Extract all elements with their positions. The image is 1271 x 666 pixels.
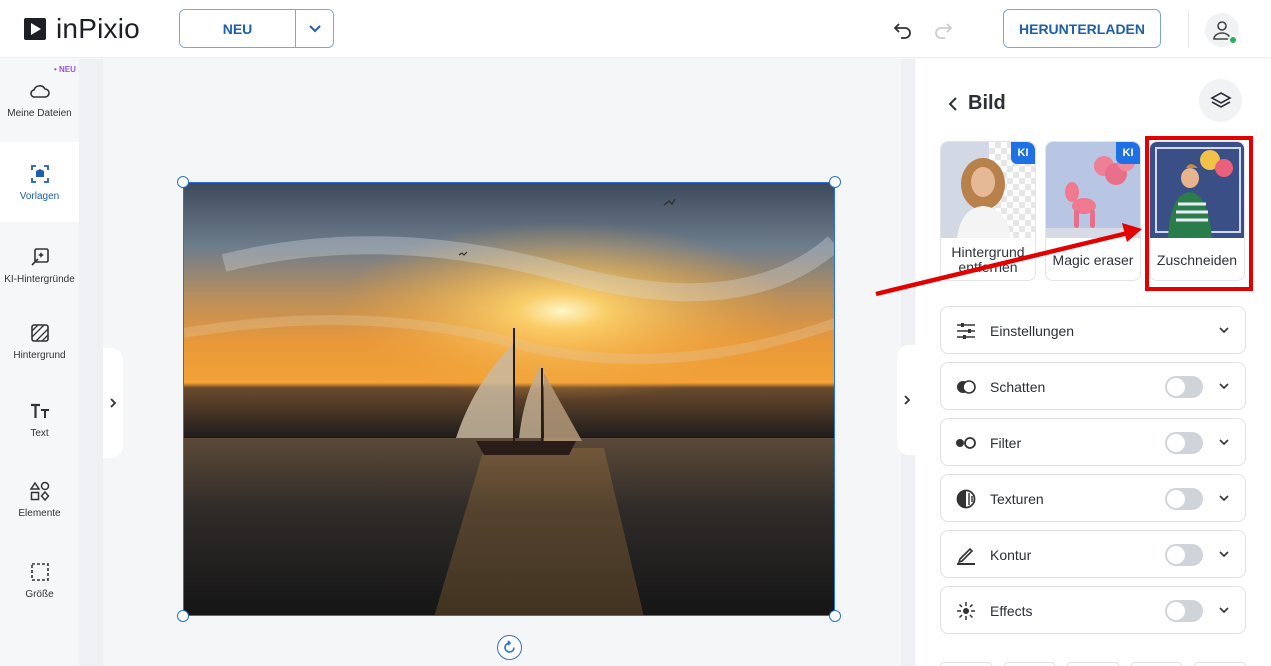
- annotation-highlight-box: [1145, 136, 1253, 291]
- sidebar-item-text[interactable]: Text: [0, 379, 79, 459]
- template-icon: [30, 164, 49, 183]
- filter-toggle[interactable]: [1165, 432, 1203, 454]
- new-badge: • NEU: [54, 65, 76, 74]
- ki-badge: KI: [1116, 142, 1140, 164]
- textures-toggle[interactable]: [1165, 488, 1203, 510]
- sliders-icon: [957, 323, 975, 339]
- bottom-button[interactable]: [940, 662, 992, 666]
- new-button[interactable]: NEU: [180, 10, 295, 47]
- panel-title: Bild: [968, 92, 1006, 114]
- outline-toggle[interactable]: [1165, 544, 1203, 566]
- section-label: Schatten: [990, 379, 1046, 395]
- user-avatar[interactable]: [1205, 13, 1239, 47]
- bottom-button[interactable]: [1130, 662, 1183, 666]
- chevron-down-icon: [1219, 495, 1229, 502]
- section-label: Effects: [990, 603, 1033, 619]
- bottom-button[interactable]: [1003, 662, 1056, 666]
- settings-section[interactable]: Einstellungen: [940, 306, 1246, 354]
- rotate-icon: [504, 640, 515, 653]
- chevron-down-icon: [1219, 607, 1229, 614]
- chevron-down-icon: [1219, 327, 1229, 334]
- filter-section[interactable]: Filter: [940, 418, 1246, 466]
- bottom-button-row: [940, 662, 1246, 666]
- effects-toggle[interactable]: [1165, 600, 1203, 622]
- sidebar-item-ai-backgrounds[interactable]: KI-Hintergründe: [0, 225, 79, 305]
- logo-icon: [24, 18, 46, 40]
- textures-section[interactable]: Texturen: [940, 474, 1246, 522]
- sidebar-item-label: Vorlagen: [19, 190, 60, 202]
- sparkle-icon: [957, 602, 975, 620]
- layers-button[interactable]: [1199, 79, 1242, 122]
- canvas-image[interactable]: [183, 182, 835, 616]
- sidebar-item-label: Meine Dateien: [7, 107, 72, 119]
- card-label: Hintergrund entfernen: [951, 244, 1025, 275]
- rotate-handle[interactable]: [497, 635, 522, 660]
- chevron-down-icon: [308, 24, 321, 32]
- sidebar-item-label: Hintergrund: [13, 349, 66, 361]
- sidebar-item-elements[interactable]: Elemente: [0, 459, 79, 539]
- cloud-icon: [29, 84, 50, 98]
- chevron-down-icon: [1219, 383, 1229, 390]
- text-icon: [30, 403, 49, 418]
- filter-icon: [956, 437, 976, 449]
- collapse-right-panel-button[interactable]: [897, 345, 917, 455]
- remove-background-card[interactable]: KI Hintergrund entfernen: [940, 141, 1036, 281]
- layers-icon: [1209, 91, 1232, 108]
- card-image: KI: [941, 142, 1035, 238]
- elements-icon: [29, 481, 49, 501]
- section-label: Kontur: [990, 547, 1032, 563]
- outline-section[interactable]: Kontur: [940, 530, 1246, 578]
- bottom-button[interactable]: [1067, 662, 1119, 666]
- left-sidebar: Meine Dateien • NEU Vorlagen KI-Hintergr…: [0, 59, 79, 666]
- redo-icon[interactable]: [932, 18, 954, 40]
- ai-background-icon: [30, 247, 49, 266]
- card-image: KI: [1046, 142, 1140, 238]
- back-button[interactable]: Bild: [946, 92, 1006, 115]
- sidebar-item-templates[interactable]: Vorlagen: [0, 142, 79, 222]
- resize-handle-top-left[interactable]: [177, 176, 189, 188]
- top-bar: inPixio NEU HERUNTERLADEN: [0, 0, 1271, 58]
- resize-handle-bottom-right[interactable]: [829, 610, 841, 622]
- shadow-toggle[interactable]: [1165, 376, 1203, 398]
- sidebar-item-size[interactable]: Größe: [0, 540, 79, 620]
- chevron-right-icon: [904, 395, 911, 405]
- sunset-sailboat-image: [184, 183, 834, 615]
- effects-section[interactable]: Effects: [940, 586, 1246, 634]
- section-label: Texturen: [990, 491, 1044, 507]
- new-button-group: NEU: [179, 9, 334, 48]
- section-label: Einstellungen: [990, 323, 1075, 339]
- divider: [1188, 10, 1189, 48]
- chevron-down-icon: [1219, 439, 1229, 446]
- bottom-button[interactable]: [1194, 662, 1246, 666]
- download-button[interactable]: HERUNTERLADEN: [1003, 9, 1161, 48]
- right-panel: Bild KI Hintergrund entfernen KI Magic e…: [916, 59, 1271, 666]
- card-label: Magic eraser: [1052, 251, 1134, 268]
- shadow-icon: [957, 380, 976, 394]
- online-status-dot: [1228, 35, 1238, 45]
- resize-handle-top-right[interactable]: [829, 176, 841, 188]
- resize-handle-bottom-left[interactable]: [177, 610, 189, 622]
- brand-name: inPixio: [56, 13, 140, 44]
- chevron-left-icon: [948, 96, 957, 111]
- pen-icon: [957, 547, 975, 565]
- resize-icon: [30, 562, 49, 581]
- sidebar-item-background[interactable]: Hintergrund: [0, 301, 79, 381]
- logo[interactable]: inPixio: [22, 13, 140, 45]
- undo-icon[interactable]: [892, 18, 914, 40]
- sidebar-item-label: Text: [30, 427, 49, 439]
- expand-left-panel-button[interactable]: [103, 348, 123, 458]
- chevron-down-icon: [1219, 551, 1229, 558]
- magic-eraser-card[interactable]: KI Magic eraser: [1045, 141, 1141, 281]
- sidebar-item-label: Größe: [25, 588, 54, 600]
- sidebar-item-label: KI-Hintergründe: [4, 273, 75, 285]
- ki-badge: KI: [1011, 142, 1035, 164]
- texture-icon: [956, 489, 976, 509]
- new-dropdown-button[interactable]: [295, 10, 333, 47]
- background-icon: [30, 323, 49, 342]
- chevron-right-icon: [110, 398, 117, 408]
- shadow-section[interactable]: Schatten: [940, 362, 1246, 410]
- section-label: Filter: [990, 435, 1022, 451]
- sidebar-item-label: Elemente: [18, 507, 61, 519]
